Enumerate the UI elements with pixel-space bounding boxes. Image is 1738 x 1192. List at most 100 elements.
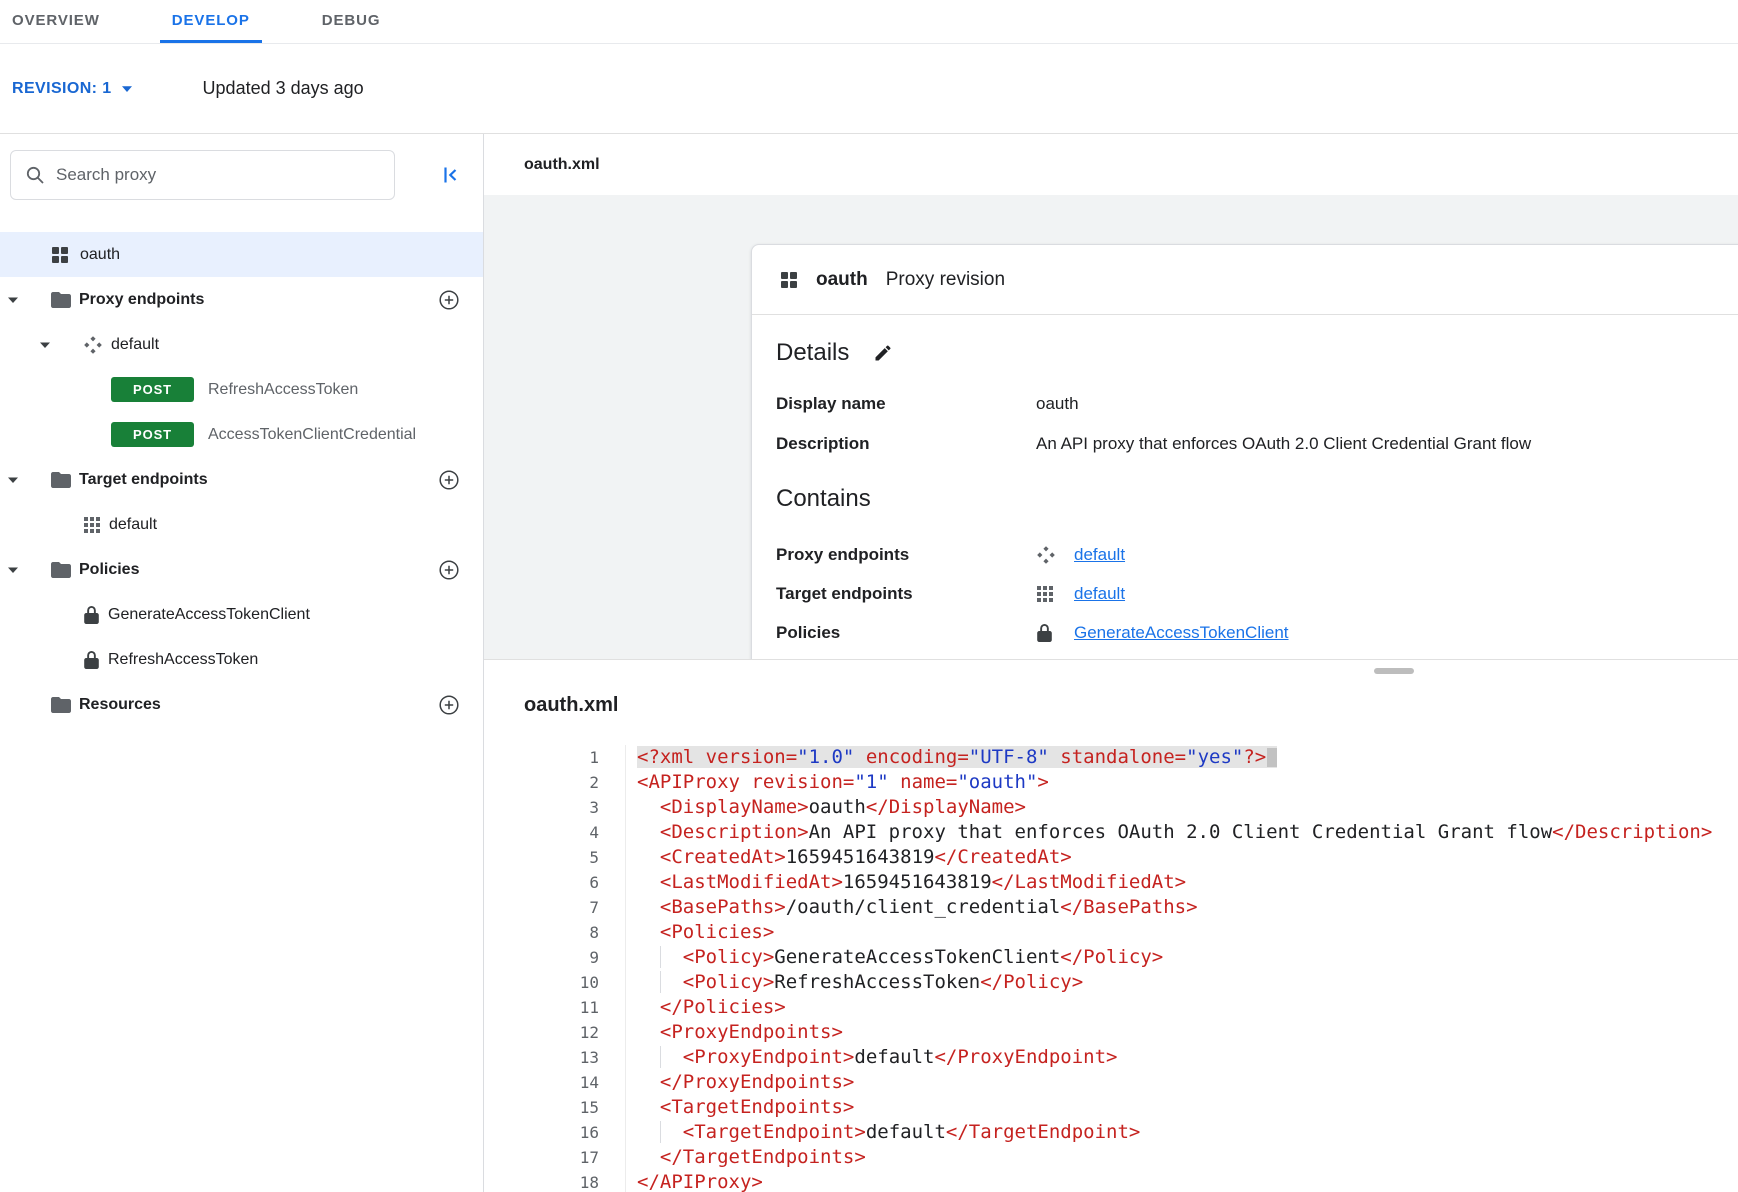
card-subtitle: Proxy revision xyxy=(886,269,1005,291)
file-name: oauth.xml xyxy=(524,156,600,174)
tab-bar: OVERVIEW DEVELOP DEBUG xyxy=(0,0,1738,44)
chevron-down-icon xyxy=(121,85,133,93)
tree-item-label: Target endpoints xyxy=(79,471,208,489)
line-number: 10 xyxy=(484,970,626,995)
revision-selector[interactable]: REVISION: 1 xyxy=(12,80,133,98)
code-line[interactable]: 16 <TargetEndpoint>default</TargetEndpoi… xyxy=(484,1120,1738,1145)
search-icon xyxy=(25,165,45,185)
tree-item-default[interactable]: default xyxy=(0,322,483,367)
folder-icon xyxy=(51,472,71,488)
code-line[interactable]: 18</APIProxy> xyxy=(484,1170,1738,1192)
code-file-name: oauth.xml xyxy=(524,694,618,717)
folder-icon xyxy=(51,697,71,713)
tab-develop[interactable]: DEVELOP xyxy=(160,0,262,43)
line-number: 18 xyxy=(484,1170,626,1192)
tree-folder-resources[interactable]: Resources xyxy=(0,682,483,727)
code-line[interactable]: 17 </TargetEndpoints> xyxy=(484,1145,1738,1170)
tree-item-default[interactable]: default xyxy=(0,502,483,547)
code-line[interactable]: 7 <BasePaths>/oauth/client_credential</B… xyxy=(484,895,1738,920)
content-area: oauthProxy endpointsdefaultPOSTRefreshAc… xyxy=(0,134,1738,1192)
link-generateaccesstokenclient-policies[interactable]: GenerateAccessTokenClient xyxy=(1074,623,1289,643)
apigee-proxy-editor: OVERVIEW DEVELOP DEBUG REVISION: 1 Updated… xyxy=(0,0,1738,1192)
line-number: 7 xyxy=(484,895,626,920)
card-body: Details Display nameoauthDescriptionAn A… xyxy=(752,339,1738,645)
line-number: 17 xyxy=(484,1145,626,1170)
revision-label: REVISION: 1 xyxy=(12,80,112,98)
search-proxy-box[interactable] xyxy=(10,150,395,200)
code-line[interactable]: 3 <DisplayName>oauth</DisplayName> xyxy=(484,795,1738,820)
field-label: Display name xyxy=(776,393,1036,415)
code-line[interactable]: 8 <Policies> xyxy=(484,920,1738,945)
tree-item-refreshaccesstoken[interactable]: POSTRefreshAccessToken xyxy=(0,367,483,412)
revision-bar: REVISION: 1 Updated 3 days ago xyxy=(0,44,1738,134)
tree-item-generateaccesstokenclient[interactable]: GenerateAccessTokenClient xyxy=(0,592,483,637)
card-contains: Proxy endpointsdefaultTarget endpointsde… xyxy=(776,543,1737,645)
tree-folder-target-endpoints[interactable]: Target endpoints xyxy=(0,457,483,502)
code-line[interactable]: 4 <Description>An API proxy that enforce… xyxy=(484,820,1738,845)
http-method-badge: POST xyxy=(111,422,194,447)
link-default-proxy-endpoints[interactable]: default xyxy=(1074,545,1125,565)
panel-resize-handle[interactable] xyxy=(484,659,1738,680)
contains-heading-text: Contains xyxy=(776,485,871,513)
link-default-target-endpoints[interactable]: default xyxy=(1074,584,1125,604)
folder-icon xyxy=(51,562,71,578)
code-line[interactable]: 12 <ProxyEndpoints> xyxy=(484,1020,1738,1045)
code-line[interactable]: 1<?xml version="1.0" encoding="UTF-8" st… xyxy=(484,745,1738,770)
code-lines: 1<?xml version="1.0" encoding="UTF-8" st… xyxy=(484,745,1738,1192)
edit-details-button[interactable] xyxy=(871,341,895,365)
target-endpoint-icon xyxy=(1036,585,1058,603)
add-resources-button[interactable] xyxy=(435,691,463,719)
code-editor[interactable]: 1<?xml version="1.0" encoding="UTF-8" st… xyxy=(484,731,1738,1192)
code-panel-header: oauth.xml xyxy=(484,680,1738,731)
detail-row-display-name: Display nameoauth xyxy=(776,393,1737,415)
tree-folder-proxy-endpoints[interactable]: Proxy endpoints xyxy=(0,277,483,322)
expand-arrow-icon[interactable] xyxy=(6,563,22,577)
proxy-grid-icon xyxy=(780,271,798,289)
tree-item-accesstokenclientcredential[interactable]: POSTAccessTokenClientCredential xyxy=(0,412,483,457)
tree-item-label: oauth xyxy=(80,246,120,264)
proxy-endpoint-icon xyxy=(83,335,103,355)
resize-grip[interactable] xyxy=(1374,668,1414,674)
tree-item-label: Resources xyxy=(79,696,161,714)
policy-lock-icon xyxy=(83,605,100,625)
proxy-grid-icon xyxy=(51,246,69,264)
code-line[interactable]: 13 <ProxyEndpoint>default</ProxyEndpoint… xyxy=(484,1045,1738,1070)
collapse-panel-button[interactable] xyxy=(437,162,463,188)
expand-arrow-icon[interactable] xyxy=(38,338,54,352)
expand-arrow-icon[interactable] xyxy=(6,293,22,307)
code-line[interactable]: 6 <LastModifiedAt>1659451643819</LastMod… xyxy=(484,870,1738,895)
tree-item-label: Policies xyxy=(79,561,139,579)
code-line[interactable]: 14 </ProxyEndpoints> xyxy=(484,1070,1738,1095)
line-number: 3 xyxy=(484,795,626,820)
tree-item-refreshaccesstoken[interactable]: RefreshAccessToken xyxy=(0,637,483,682)
card-header: oauth Proxy revision xyxy=(752,245,1738,315)
details-heading: Details xyxy=(776,339,1737,367)
code-line[interactable]: 2<APIProxy revision="1" name="oauth"> xyxy=(484,770,1738,795)
code-line[interactable]: 9 <Policy>GenerateAccessTokenClient</Pol… xyxy=(484,945,1738,970)
proxy-sidebar: oauthProxy endpointsdefaultPOSTRefreshAc… xyxy=(0,134,484,1192)
card-title: oauth xyxy=(816,269,868,291)
add-target-endpoints-button[interactable] xyxy=(435,466,463,494)
add-proxy-endpoints-button[interactable] xyxy=(435,286,463,314)
code-line[interactable]: 15 <TargetEndpoints> xyxy=(484,1095,1738,1120)
pencil-icon xyxy=(873,343,893,363)
line-number: 4 xyxy=(484,820,626,845)
card-fields: Display nameoauthDescriptionAn API proxy… xyxy=(776,393,1737,455)
tree-item-oauth[interactable]: oauth xyxy=(0,232,483,277)
code-line[interactable]: 11 </Policies> xyxy=(484,995,1738,1020)
contains-label: Target endpoints xyxy=(776,584,1036,604)
add-policies-button[interactable] xyxy=(435,556,463,584)
search-input[interactable] xyxy=(56,165,380,185)
tab-overview[interactable]: OVERVIEW xyxy=(0,0,112,43)
policy-lock-icon xyxy=(1036,623,1058,643)
code-line[interactable]: 10 <Policy>RefreshAccessToken</Policy> xyxy=(484,970,1738,995)
tab-debug[interactable]: DEBUG xyxy=(310,0,393,43)
code-line[interactable]: 5 <CreatedAt>1659451643819</CreatedAt> xyxy=(484,845,1738,870)
proxy-overview-card: oauth Proxy revision Details Display nam… xyxy=(751,244,1738,659)
proxy-preview-panel: oauth Proxy revision Details Display nam… xyxy=(484,195,1738,659)
line-number: 1 xyxy=(484,745,626,770)
expand-arrow-icon[interactable] xyxy=(6,473,22,487)
tree-folder-policies[interactable]: Policies xyxy=(0,547,483,592)
line-number: 6 xyxy=(484,870,626,895)
field-value: An API proxy that enforces OAuth 2.0 Cli… xyxy=(1036,433,1531,455)
